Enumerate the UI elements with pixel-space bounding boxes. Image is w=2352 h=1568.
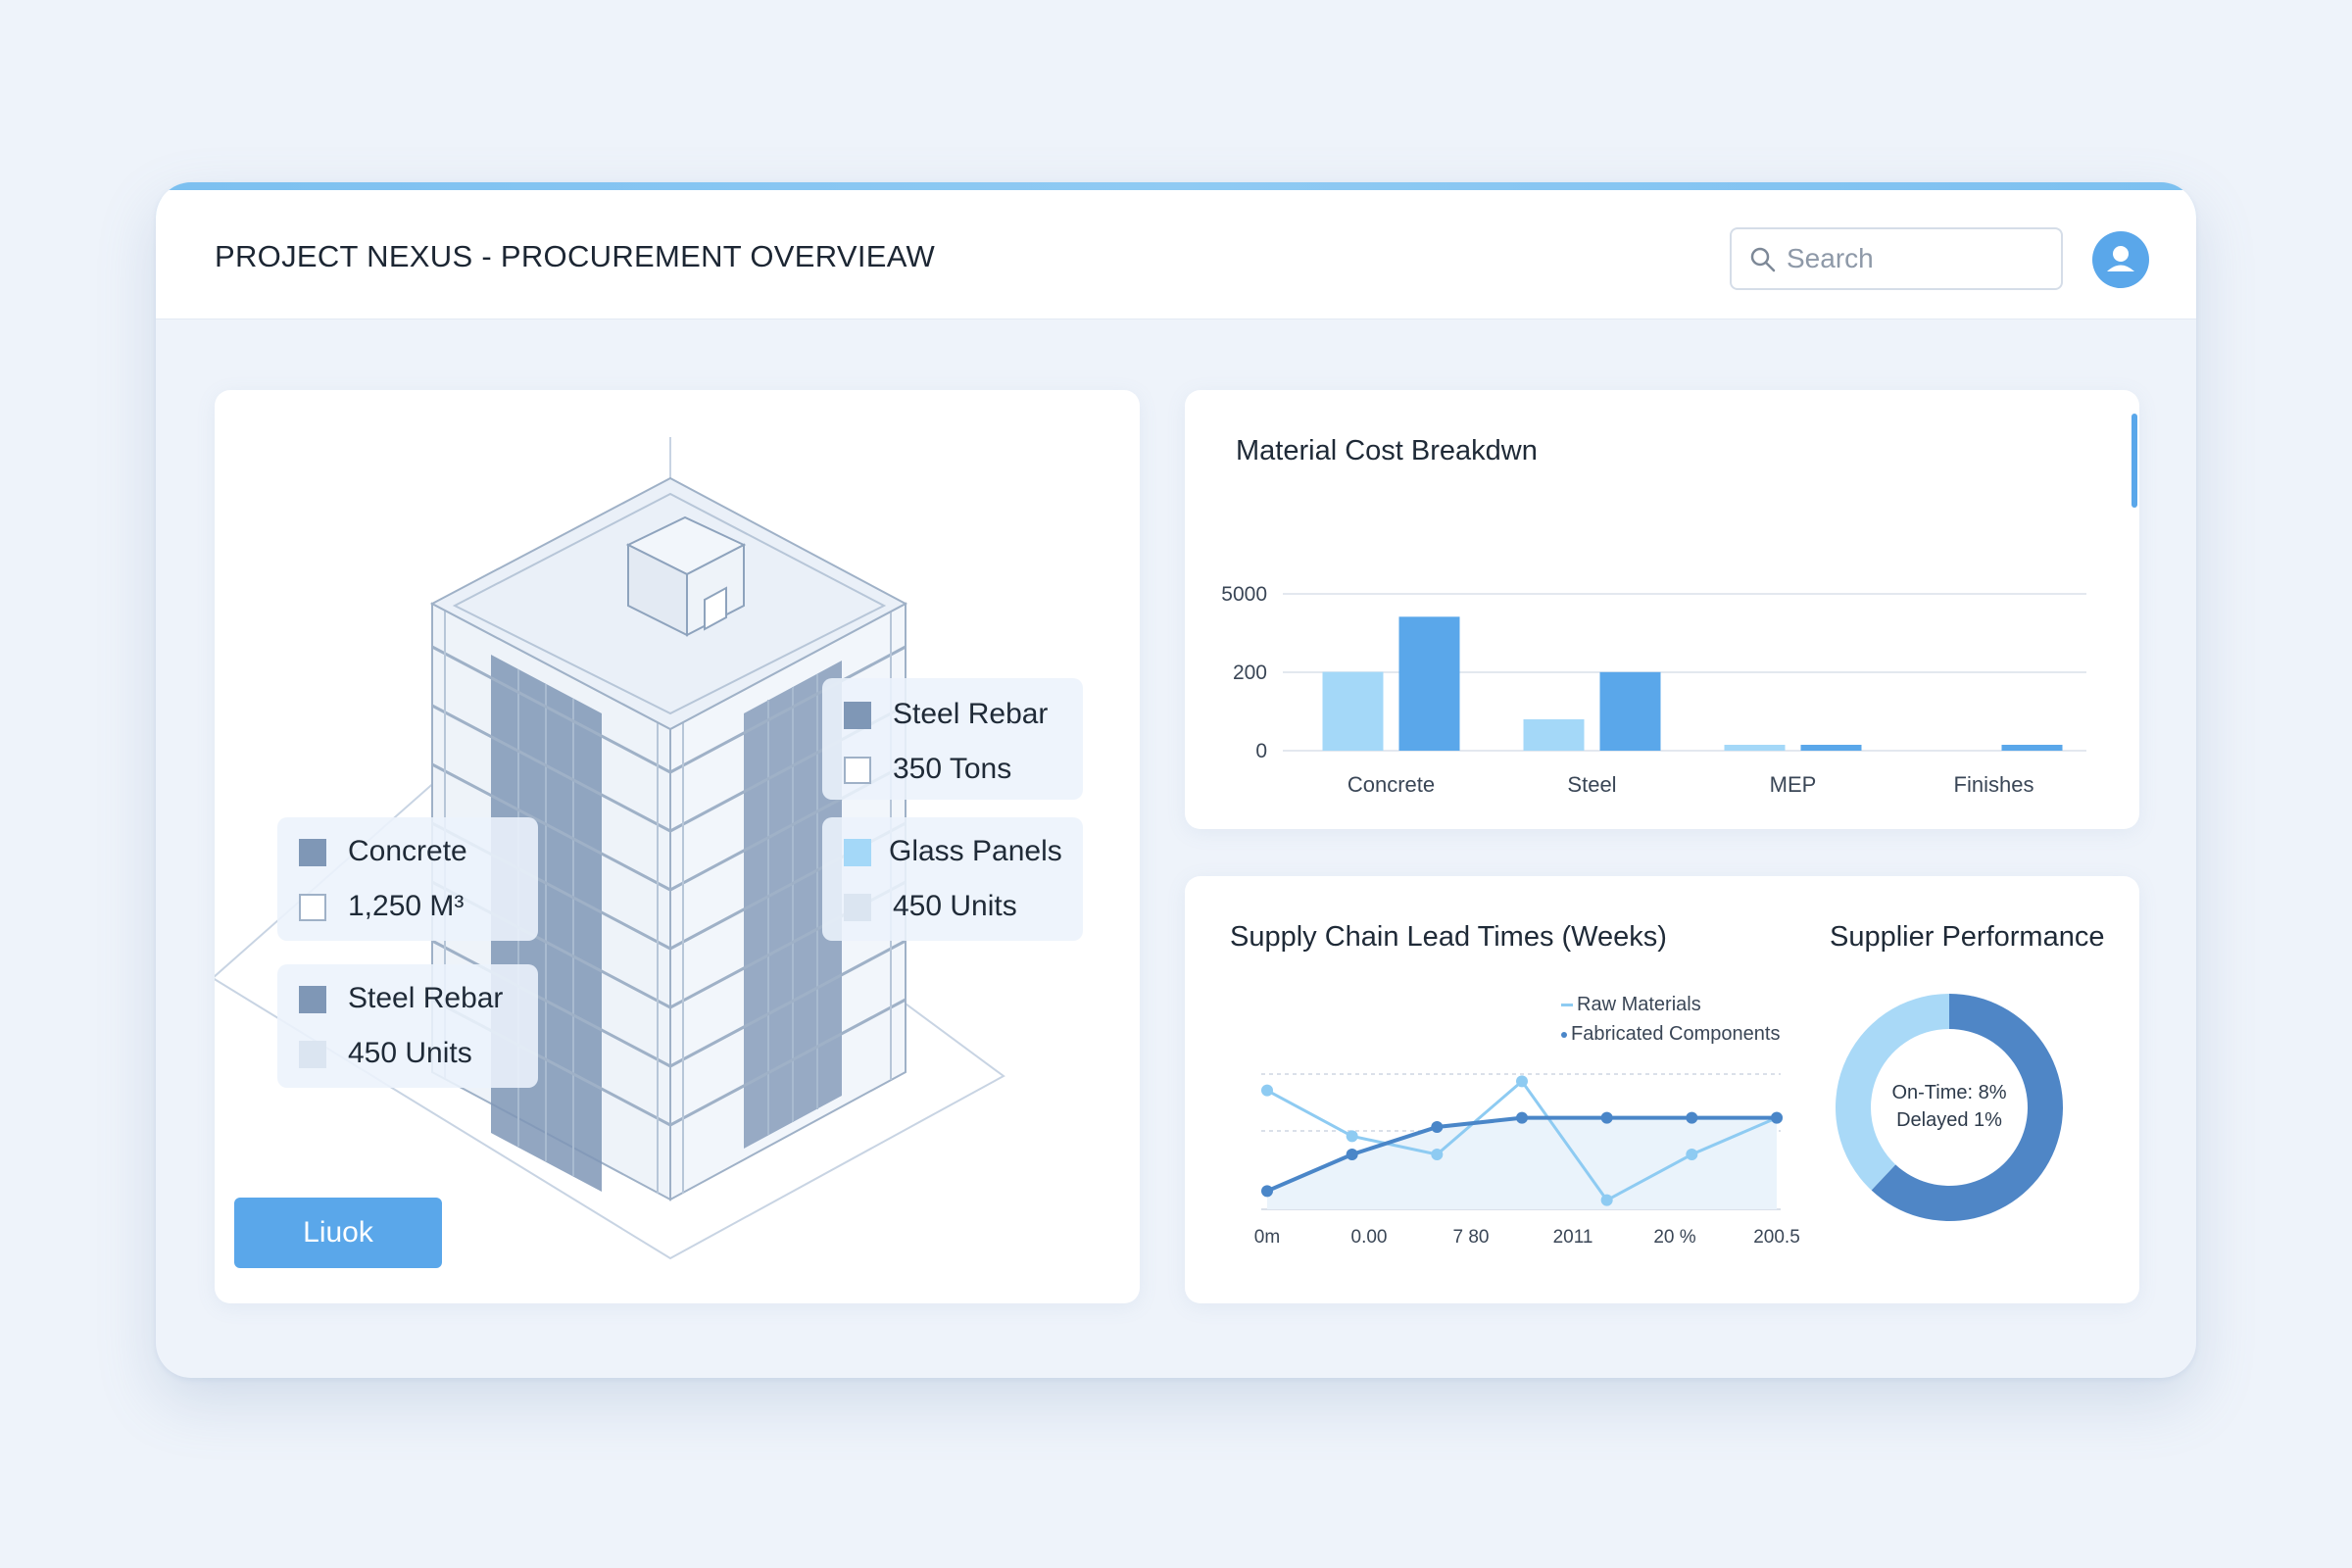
x-tick-label: Steel — [1567, 772, 1616, 797]
bar — [1322, 671, 1384, 751]
bar — [1398, 616, 1460, 751]
building-model-panel: Steel Rebar 350 Tons Glass Panels 450 Un… — [215, 390, 1140, 1303]
look-button[interactable]: Liuok — [234, 1198, 442, 1268]
callout-value: 450 Units — [893, 890, 1017, 922]
x-tick-label: MEP — [1770, 772, 1817, 797]
bar — [1599, 671, 1661, 751]
y-tick-label: 200 — [1233, 662, 1267, 684]
callout-value: 450 Units — [348, 1037, 472, 1069]
callout-value: 350 Tons — [893, 753, 1012, 785]
callout-title: Glass Panels — [889, 835, 1062, 867]
user-icon — [2107, 246, 2134, 271]
callout-concrete: Concrete 1,250 M³ — [277, 817, 538, 941]
bar — [2001, 745, 2063, 751]
callout-title: Concrete — [348, 835, 467, 867]
bar — [1724, 745, 1786, 751]
legend-swatch — [299, 1041, 326, 1068]
callout-steel-rebar-bottom: Steel Rebar 450 Units — [277, 964, 538, 1088]
x-tick-label: Finishes — [1954, 772, 2034, 797]
legend-swatch — [299, 894, 326, 921]
material-cost-panel: Material Cost Breakdwn 0 200 5000 Concrete S… — [1185, 390, 2139, 829]
callout-value: 1,250 M³ — [348, 890, 465, 922]
search-icon — [1750, 247, 1776, 272]
callout-glass-panels: Glass Panels 450 Units — [822, 817, 1083, 941]
page-title: PROJECT NEXUS - PROCUREMENT OVERVIEAW — [215, 239, 936, 273]
material-cost-bar-chart: 0 200 5000 Concrete Steel MEP Finishes — [1221, 583, 2086, 797]
legend-swatch — [844, 839, 871, 866]
window-accent-bar — [156, 182, 2196, 190]
bar — [1523, 719, 1585, 751]
supply-chain-panel: Supply Chain Lead Times (Weeks) Supplier… — [1185, 876, 2139, 1303]
search-input[interactable] — [1787, 239, 2051, 278]
y-tick-label: 0 — [1255, 740, 1267, 762]
legend-swatch — [299, 986, 326, 1013]
donut-label-on-time: On-Time: 8% — [1891, 1082, 2007, 1103]
callout-steel-rebar-top: Steel Rebar 350 Tons — [822, 678, 1083, 800]
x-tick-label: Concrete — [1348, 772, 1435, 797]
header-bar: PROJECT NEXUS - PROCUREMENT OVERVIEAW — [156, 190, 2196, 319]
legend-swatch — [299, 839, 326, 866]
legend-swatch — [844, 702, 871, 729]
bar — [1800, 745, 1862, 751]
legend-swatch — [844, 894, 871, 921]
search-box[interactable] — [1730, 227, 2063, 290]
legend-swatch — [844, 757, 871, 784]
donut-label-delayed: Delayed 1% — [1896, 1109, 2002, 1131]
app-window: PROJECT NEXUS - PROCUREMENT OVERVIEAW Se… — [156, 182, 2196, 1378]
y-tick-label: 5000 — [1221, 583, 1267, 606]
callout-title: Steel Rebar — [348, 982, 504, 1014]
callout-title: Steel Rebar — [893, 698, 1049, 730]
user-avatar[interactable] — [2092, 231, 2149, 288]
